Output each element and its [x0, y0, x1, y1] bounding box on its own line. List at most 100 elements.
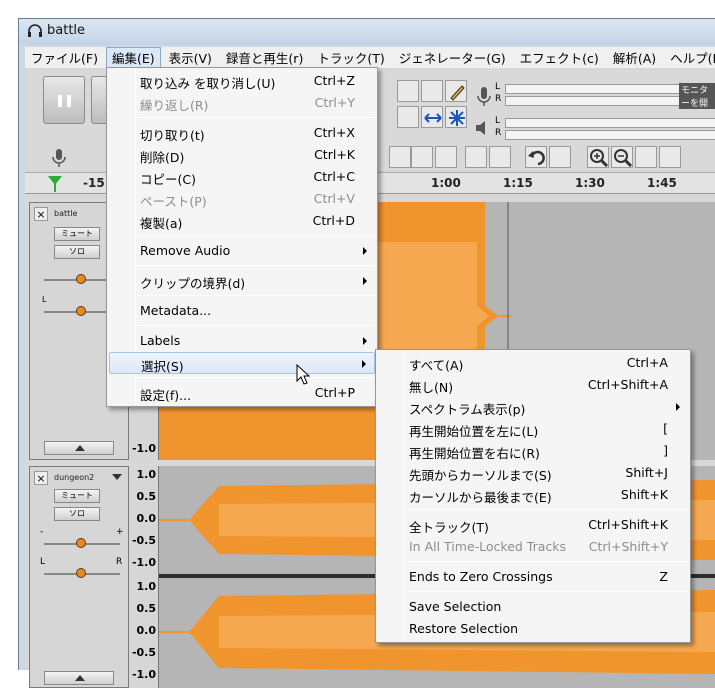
playback-meter-r[interactable]	[505, 130, 715, 140]
copy-icon[interactable]	[411, 146, 433, 168]
gain-slider-knob[interactable]	[76, 538, 86, 548]
menu-item-paste[interactable]: ペースト(P) Ctrl+V	[109, 188, 375, 210]
menu-item-cursor-to-end[interactable]: カーソルから最後まで(E) Shift+K	[378, 484, 688, 506]
submenu-arrow-icon	[363, 277, 367, 285]
menu-item-select[interactable]: 選択(S)	[109, 352, 375, 374]
menu-item-right-at-playback[interactable]: 再生開始位置を右に(R)]	[378, 440, 688, 462]
ruler-tick: 1:00	[431, 176, 461, 190]
paste-icon[interactable]	[435, 146, 457, 168]
track-control-panel: × dungeon2 ミュート ソロ - + L R	[29, 466, 129, 688]
menu-item-delete[interactable]: 削除(D) Ctrl+K	[109, 144, 375, 166]
menu-item-redo[interactable]: 繰り返し(R) Ctrl+Y	[109, 92, 375, 114]
menu-tracks[interactable]: トラック(T)	[311, 47, 390, 68]
headphones-icon	[28, 24, 42, 37]
menu-item-restore-selection[interactable]: Restore Selection	[378, 618, 688, 640]
mic-volume-icon	[52, 149, 66, 167]
menu-item-spectral[interactable]: スペクトラム表示(p)	[378, 396, 688, 418]
undo-icon[interactable]	[525, 146, 547, 168]
menu-file[interactable]: ファイル(F)	[25, 47, 104, 68]
collapse-track-button[interactable]	[44, 671, 114, 685]
silence-icon[interactable]	[489, 146, 511, 168]
track-name[interactable]: dungeon2	[54, 473, 94, 482]
close-track-icon[interactable]: ×	[34, 207, 48, 221]
pan-slider-knob[interactable]	[76, 306, 86, 316]
trim-icon[interactable]	[465, 146, 487, 168]
ruler-tick: 1:45	[647, 176, 677, 190]
scale-label: 1.0	[136, 468, 157, 481]
menu-item-left-at-playback[interactable]: 再生開始位置を左に(L)[	[378, 418, 688, 440]
fit-selection-icon[interactable]	[635, 146, 657, 168]
menu-generate[interactable]: ジェネレーター(G)	[393, 47, 512, 68]
close-track-icon[interactable]: ×	[34, 471, 48, 485]
menu-item-undo[interactable]: 取り込み を取り消し(U) Ctrl+Z	[109, 70, 375, 92]
submenu-arrow-icon	[362, 360, 366, 368]
solo-button[interactable]: ソロ	[54, 245, 100, 259]
pan-left-label: L	[40, 557, 46, 567]
menu-analyze[interactable]: 解析(A)	[607, 47, 662, 68]
track-name[interactable]: battle	[54, 209, 77, 218]
scale-label: 0.5	[136, 602, 157, 615]
menu-item-metadata[interactable]: Metadata...	[109, 300, 375, 322]
collapse-track-button[interactable]	[44, 441, 114, 455]
pause-icon	[58, 95, 71, 107]
pan-left-label: L	[42, 295, 47, 304]
pause-button[interactable]	[43, 76, 85, 124]
playback-meter[interactable]	[505, 118, 715, 128]
monitor-label[interactable]: モニターを開	[679, 83, 715, 109]
menu-item-select-none[interactable]: 無し(N) Ctrl+Shift+A	[378, 374, 688, 396]
scale-label: 0.0	[136, 512, 157, 525]
menu-transport[interactable]: 録音と再生(r)	[220, 47, 309, 68]
menu-item-clip-boundaries[interactable]: クリップの境界(d)	[109, 270, 375, 292]
speaker-icon	[476, 121, 485, 135]
menu-bar: ファイル(F) 編集(E) 表示(V) 録音と再生(r) トラック(T) ジェネ…	[25, 47, 715, 69]
menu-item-duplicate[interactable]: 複製(a) Ctrl+D	[109, 210, 375, 232]
submenu-arrow-icon	[676, 403, 680, 411]
gain-slider-knob[interactable]	[76, 274, 86, 284]
menu-item-preferences[interactable]: 設定(f)... Ctrl+P	[109, 382, 375, 404]
play-meter-r-label: R	[495, 128, 502, 138]
cut-icon[interactable]	[389, 146, 411, 168]
mouse-cursor-icon	[296, 364, 311, 385]
scale-label: -1.0	[131, 442, 156, 455]
gain-minus-label: -	[40, 527, 44, 537]
mute-button[interactable]: ミュート	[54, 489, 100, 503]
scale-label: -0.5	[131, 646, 156, 659]
menu-item-cut[interactable]: 切り取り(t) Ctrl+X	[109, 122, 375, 144]
envelope-tool-icon[interactable]	[421, 80, 443, 102]
menu-item-labels[interactable]: Labels	[109, 330, 375, 352]
scale-label: 1.0	[136, 580, 157, 593]
solo-button[interactable]: ソロ	[54, 507, 100, 521]
menu-item-save-selection[interactable]: Save Selection	[378, 596, 688, 618]
ruler-tick: 1:30	[575, 176, 605, 190]
menu-edit[interactable]: 編集(E)	[105, 47, 161, 68]
menu-item-zero-crossings[interactable]: Ends to Zero Crossings Z	[378, 566, 688, 588]
multi-tool-icon[interactable]	[445, 106, 467, 128]
menu-item-time-locked-tracks[interactable]: In All Time-Locked Tracks Ctrl+Shift+Y	[378, 536, 688, 558]
rec-meter-r-label: R	[495, 94, 502, 104]
menu-item-all-tracks[interactable]: 全トラック(T) Ctrl+Shift+K	[378, 514, 688, 536]
menu-effect[interactable]: エフェクト(c)	[514, 47, 605, 68]
zoom-in-icon[interactable]	[587, 146, 609, 168]
menu-item-start-to-cursor[interactable]: 先頭からカーソルまで(S) Shift+J	[378, 462, 688, 484]
draw-tool-icon[interactable]	[445, 80, 467, 102]
mute-button[interactable]: ミュート	[54, 227, 100, 241]
menu-view[interactable]: 表示(V)	[163, 47, 218, 68]
menu-item-copy[interactable]: コピー(C) Ctrl+C	[109, 166, 375, 188]
pan-slider-knob[interactable]	[76, 568, 86, 578]
menu-item-select-all[interactable]: すべて(A) Ctrl+A	[378, 352, 688, 374]
redo-icon[interactable]	[549, 146, 571, 168]
gain-plus-label: +	[116, 527, 124, 537]
playhead-icon	[48, 176, 62, 192]
zoom-out-icon[interactable]	[611, 146, 633, 168]
track-menu-arrow-icon[interactable]	[112, 473, 122, 481]
timeshift-tool-icon[interactable]	[421, 106, 443, 128]
menu-help[interactable]: ヘルプ(H)	[664, 47, 715, 68]
fit-project-icon[interactable]	[659, 146, 681, 168]
menu-item-remove-audio[interactable]: Remove Audio	[109, 240, 375, 262]
ruler-tick: -15	[83, 176, 105, 190]
select-tool-icon[interactable]	[397, 80, 419, 102]
ruler-tick: 1:15	[503, 176, 533, 190]
rec-meter-l-label: L	[495, 82, 501, 92]
zoom-tool-icon[interactable]	[397, 106, 419, 128]
scale-label: -1.0	[131, 556, 156, 569]
